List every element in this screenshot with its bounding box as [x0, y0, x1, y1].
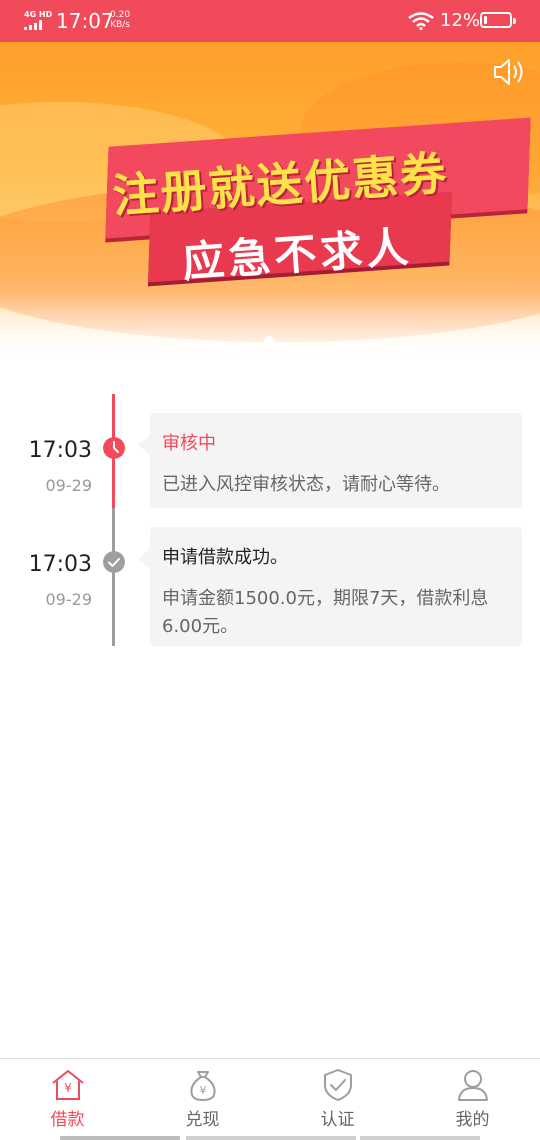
promo-banner[interactable]: 注册就送优惠券 应急不求人: [0, 42, 540, 362]
nav-item-loan[interactable]: ¥ 借款: [0, 1059, 135, 1140]
app-screen: 4G HD 17:07 0.20 KB/s 12% 注册就送优惠券 应急不求人 …: [0, 0, 540, 1140]
carousel-indicator-dot[interactable]: [264, 336, 275, 347]
timeline-time: 17:03: [28, 438, 92, 463]
nav-label: 我的: [455, 1110, 490, 1130]
timeline-card-title: 审核中: [162, 433, 216, 454]
network-speed-unit: KB/s: [110, 20, 130, 30]
clock-icon: [103, 437, 125, 459]
timeline-card: 申请借款成功。 申请金额1500.0元，期限7天，借款利息6.00元。: [138, 527, 522, 646]
timeline-card: 审核中 已进入风控审核状态，请耐心等待。: [138, 413, 522, 508]
timeline-date: 09-29: [45, 590, 93, 609]
network-type: 4G HD: [24, 10, 53, 19]
status-bar: 4G HD 17:07 0.20 KB/s 12%: [0, 0, 540, 42]
svg-text:¥: ¥: [199, 1084, 206, 1097]
bottom-nav: ¥ 借款 ¥ 兑现 认证 我的: [0, 1058, 540, 1140]
nav-item-verify[interactable]: 认证: [270, 1059, 405, 1140]
timeline-card-title: 申请借款成功。: [162, 547, 288, 568]
network-speed-value: 0.20: [110, 10, 131, 20]
nav-label: 兑现: [185, 1110, 220, 1130]
speaker-icon[interactable]: [490, 54, 530, 90]
timeline-card-description: 已进入风控审核状态，请耐心等待。: [162, 474, 450, 495]
timeline-card-description: 申请金额1500.0元，期限7天，借款利息6.00元。: [162, 588, 489, 637]
nav-indicator: [360, 1136, 480, 1140]
timeline-time: 17:03: [28, 552, 92, 577]
nav-label: 借款: [50, 1110, 85, 1130]
timeline-line: [112, 508, 115, 646]
battery-level-fill: [484, 16, 487, 24]
network-speed: 0.20 KB/s: [110, 10, 130, 30]
nav-indicator: [60, 1136, 180, 1140]
battery-percent: 12%: [440, 10, 481, 31]
nav-label: 认证: [320, 1110, 355, 1130]
banner-fade: [0, 292, 540, 362]
shield-check-icon: [323, 1069, 352, 1101]
clock-time: 17:07: [56, 9, 114, 33]
loan-house-icon: ¥: [51, 1070, 84, 1100]
check-icon: [103, 551, 125, 573]
nav-item-profile[interactable]: 我的: [405, 1059, 540, 1140]
user-icon: [457, 1070, 488, 1101]
battery-icon: [480, 12, 516, 28]
signal-icon: [24, 20, 48, 30]
nav-item-cashout[interactable]: ¥ 兑现: [135, 1059, 270, 1140]
wifi-icon: [408, 12, 434, 30]
money-bag-icon: ¥: [189, 1071, 216, 1102]
timeline-date: 09-29: [45, 476, 93, 495]
nav-indicator: [186, 1136, 356, 1140]
svg-text:¥: ¥: [64, 1081, 72, 1095]
